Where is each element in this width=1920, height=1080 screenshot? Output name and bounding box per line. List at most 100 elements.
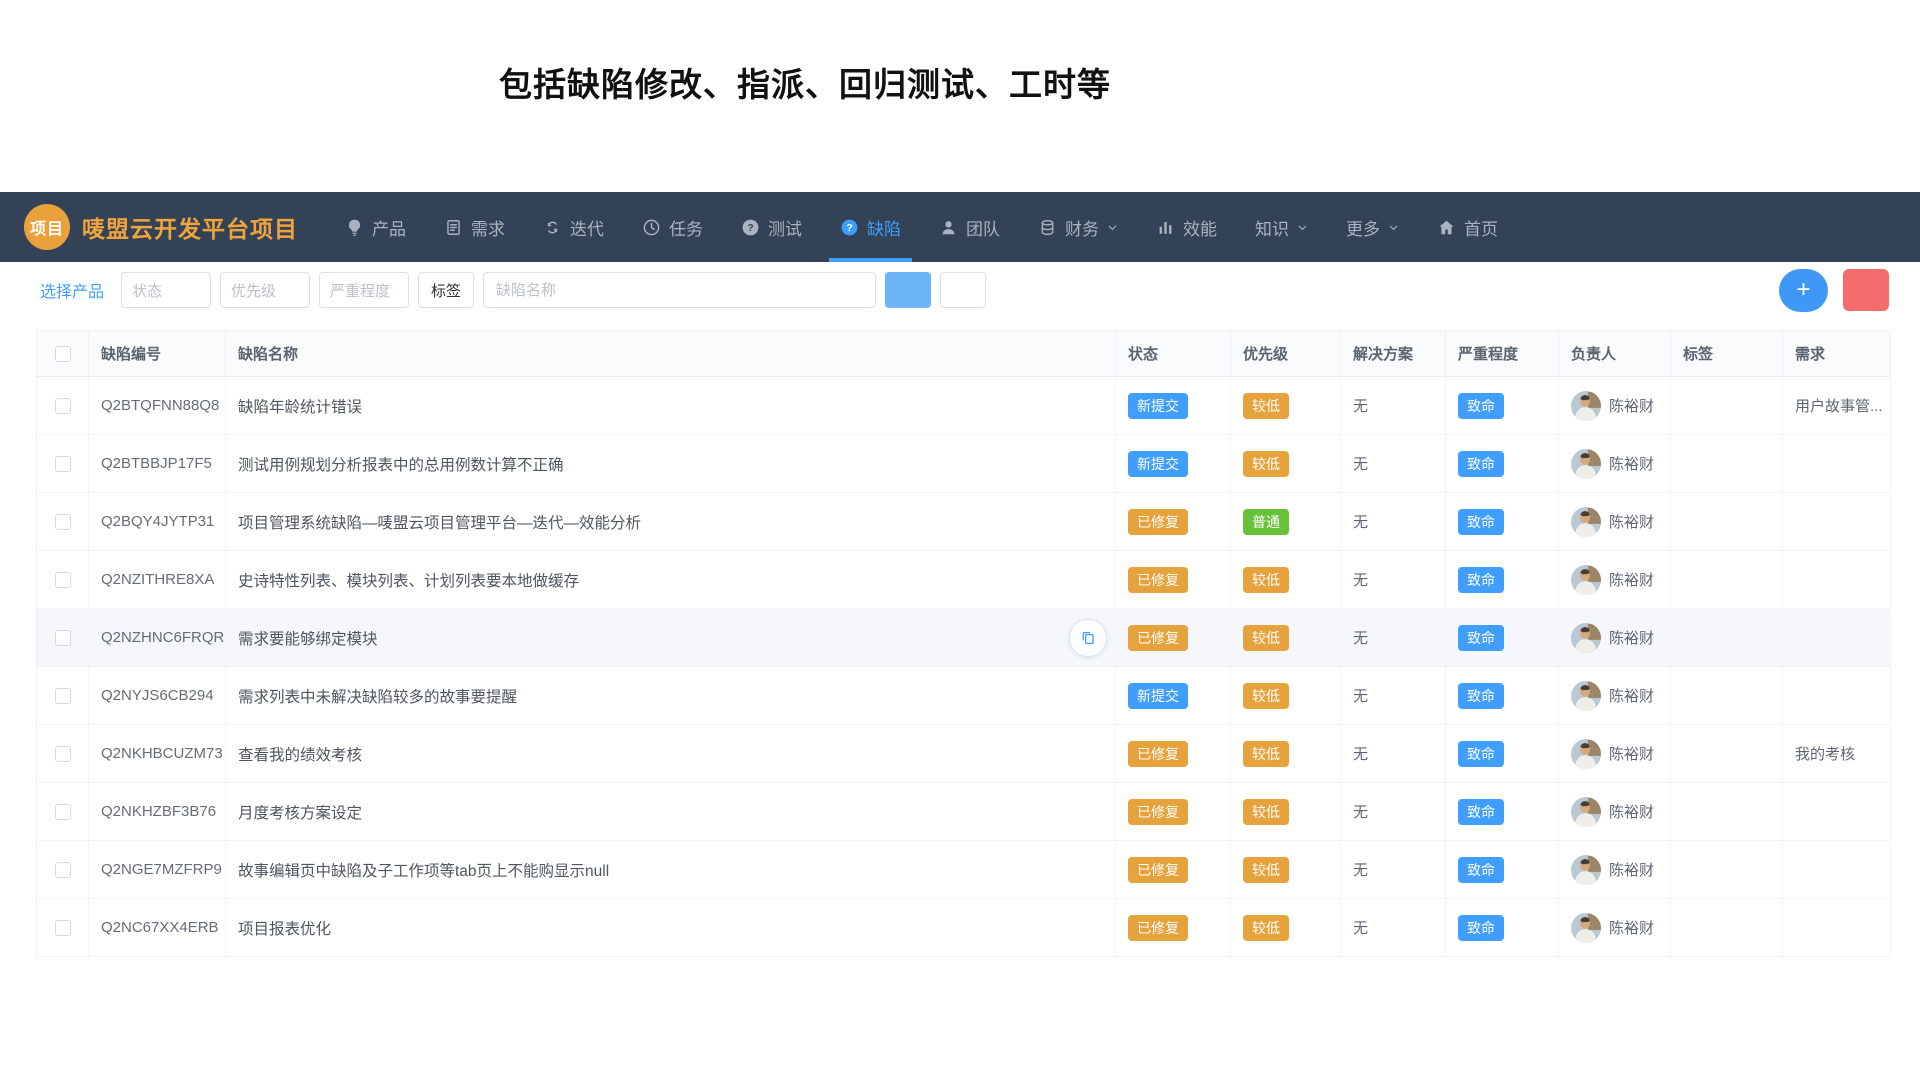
table-body: Q2BTQFNN88Q8缺陷年龄统计错误新提交较低无致命陈裕财用户故事管...Q… xyxy=(37,377,1890,957)
status-filter-select[interactable]: 状态 xyxy=(121,272,211,308)
row-checkbox[interactable] xyxy=(55,862,71,878)
delete-button[interactable] xyxy=(1843,269,1889,311)
solution-text: 无 xyxy=(1353,917,1368,938)
nav-item-team[interactable]: 团队 xyxy=(920,192,1019,262)
defect-table: 缺陷编号缺陷名称状态优先级解决方案严重程度负责人标签需求 Q2BTQFNN88Q… xyxy=(36,330,1890,957)
more-filters-button[interactable] xyxy=(940,272,986,308)
priority-badge: 较低 xyxy=(1243,857,1289,883)
nav-item-product[interactable]: 产品 xyxy=(326,192,425,262)
project-logo[interactable]: 项目 xyxy=(24,204,70,250)
severity-badge: 致命 xyxy=(1458,509,1504,535)
defect-id: Q2BTQFNN88Q8 xyxy=(101,397,219,414)
owner-cell: 陈裕财 xyxy=(1559,899,1671,956)
chevron-down-icon xyxy=(1388,222,1399,233)
row-checkbox[interactable] xyxy=(55,746,71,762)
select-all-checkbox[interactable] xyxy=(55,346,71,362)
table-row[interactable]: Q2NKHZBF3B76月度考核方案设定已修复较低无致命陈裕财 xyxy=(37,783,1890,841)
nav-item-more[interactable]: 更多 xyxy=(1327,192,1418,262)
nav-item-home[interactable]: 首页 xyxy=(1418,192,1517,262)
nav-item-tasks[interactable]: 任务 xyxy=(623,192,722,262)
nav-item-label: 任务 xyxy=(669,215,703,240)
column-header: 状态 xyxy=(1116,331,1231,376)
column-header: 缺陷编号 xyxy=(89,331,226,376)
nav-item-label: 产品 xyxy=(372,215,406,240)
row-checkbox[interactable] xyxy=(55,456,71,472)
avatar xyxy=(1571,797,1601,827)
select-product-label: 选择产品 xyxy=(40,278,104,302)
defect-id-cell: Q2NZHNC6FRQR xyxy=(89,609,226,666)
priority-filter-placeholder: 优先级 xyxy=(231,280,276,301)
solution-text: 无 xyxy=(1353,627,1368,648)
search-button[interactable] xyxy=(885,272,931,308)
nav-item-requirements[interactable]: 需求 xyxy=(425,192,524,262)
add-defect-button[interactable]: + xyxy=(1779,269,1828,312)
defect-id: Q2NZHNC6FRQR xyxy=(101,629,224,646)
row-checkbox-cell xyxy=(37,899,89,956)
nav-item-knowledge[interactable]: 知识 xyxy=(1236,192,1327,262)
requirement-cell xyxy=(1783,609,1891,666)
document-icon xyxy=(444,218,463,237)
brand: 项目 唛盟云开发平台项目 xyxy=(24,204,298,250)
table-row[interactable]: Q2NKHBCUZM73查看我的绩效考核已修复较低无致命陈裕财我的考核 xyxy=(37,725,1890,783)
row-checkbox[interactable] xyxy=(55,630,71,646)
avatar xyxy=(1571,391,1601,421)
copy-button[interactable] xyxy=(1069,619,1107,657)
tag-filter-button[interactable]: 标签 xyxy=(418,272,474,308)
select-product-button[interactable]: 选择产品 xyxy=(33,278,104,302)
priority-badge: 较低 xyxy=(1243,451,1289,477)
status-cell: 已修复 xyxy=(1116,841,1231,898)
table-row[interactable]: Q2BTQFNN88Q8缺陷年龄统计错误新提交较低无致命陈裕财用户故事管... xyxy=(37,377,1890,435)
table-row[interactable]: Q2BTBBJP17F5测试用例规划分析报表中的总用例数计算不正确新提交较低无致… xyxy=(37,435,1890,493)
row-checkbox[interactable] xyxy=(55,688,71,704)
nav-item-iterations[interactable]: 迭代 xyxy=(524,192,623,262)
page-title: 包括缺陷修改、指派、回归测试、工时等 xyxy=(499,58,1111,106)
severity-cell: 致命 xyxy=(1446,899,1559,956)
owner-cell: 陈裕财 xyxy=(1559,783,1671,840)
severity-cell: 致命 xyxy=(1446,841,1559,898)
status-badge: 已修复 xyxy=(1128,799,1188,825)
row-checkbox[interactable] xyxy=(55,398,71,414)
severity-badge: 致命 xyxy=(1458,799,1504,825)
project-title: 唛盟云开发平台项目 xyxy=(82,210,298,244)
requirement-cell xyxy=(1783,551,1891,608)
nav-item-tests[interactable]: ?测试 xyxy=(722,192,821,262)
status-badge: 新提交 xyxy=(1128,393,1188,419)
severity-cell: 致命 xyxy=(1446,435,1559,492)
priority-badge: 较低 xyxy=(1243,567,1289,593)
solution-cell: 无 xyxy=(1341,551,1446,608)
owner-cell: 陈裕财 xyxy=(1559,725,1671,782)
owner-cell: 陈裕财 xyxy=(1559,493,1671,550)
table-row[interactable]: Q2NYJS6CB294需求列表中未解决缺陷较多的故事要提醒新提交较低无致命陈裕… xyxy=(37,667,1890,725)
table-row[interactable]: Q2NZHNC6FRQR需求要能够绑定模块已修复较低无致命陈裕财 xyxy=(37,609,1890,667)
nav-item-performance[interactable]: 效能 xyxy=(1137,192,1236,262)
status-cell: 新提交 xyxy=(1116,377,1231,434)
owner-name: 陈裕财 xyxy=(1609,801,1654,822)
nav-item-defects[interactable]: ?缺陷 xyxy=(821,192,920,262)
severity-filter-select[interactable]: 严重程度 xyxy=(319,272,409,308)
row-checkbox[interactable] xyxy=(55,920,71,936)
column-header: 解决方案 xyxy=(1341,331,1446,376)
nav-item-finance[interactable]: 财务 xyxy=(1019,192,1137,262)
defect-name: 项目报表优化 xyxy=(238,917,331,939)
priority-cell: 较低 xyxy=(1231,377,1341,434)
defect-id-cell: Q2NC67XX4ERB xyxy=(89,899,226,956)
row-checkbox[interactable] xyxy=(55,804,71,820)
status-filter-placeholder: 状态 xyxy=(132,280,162,301)
defect-name-cell: 需求要能够绑定模块 xyxy=(226,609,1116,666)
column-header: 标签 xyxy=(1671,331,1783,376)
table-row[interactable]: Q2NGE7MZFRP9故事编辑页中缺陷及子工作项等tab页上不能购显示null… xyxy=(37,841,1890,899)
defect-id-cell: Q2NKHBCUZM73 xyxy=(89,725,226,782)
defect-name-cell: 缺陷年龄统计错误 xyxy=(226,377,1116,434)
table-row[interactable]: Q2BQY4JYTP31项目管理系统缺陷—唛盟云项目管理平台—迭代—效能分析已修… xyxy=(37,493,1890,551)
priority-filter-select[interactable]: 优先级 xyxy=(220,272,310,308)
table-row[interactable]: Q2NZITHRE8XA史诗特性列表、模块列表、计划列表要本地做缓存已修复较低无… xyxy=(37,551,1890,609)
avatar xyxy=(1571,449,1601,479)
row-checkbox[interactable] xyxy=(55,514,71,530)
row-checkbox[interactable] xyxy=(55,572,71,588)
table-row[interactable]: Q2NC67XX4ERB项目报表优化已修复较低无致命陈裕财 xyxy=(37,899,1890,957)
defect-id-cell: Q2BQY4JYTP31 xyxy=(89,493,226,550)
column-header: 需求 xyxy=(1783,331,1891,376)
solution-cell: 无 xyxy=(1341,667,1446,724)
defect-name-input[interactable] xyxy=(483,272,876,308)
defect-id: Q2BTBBJP17F5 xyxy=(101,455,212,472)
